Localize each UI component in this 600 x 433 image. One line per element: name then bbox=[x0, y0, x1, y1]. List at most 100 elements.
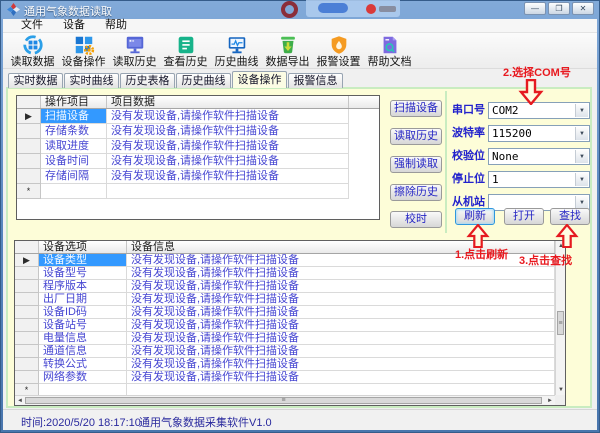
maximize-button[interactable]: ❐ bbox=[548, 2, 570, 15]
grid-cell-value[interactable]: 没有发现设备,请操作软件扫描设备 bbox=[127, 293, 555, 306]
table-row[interactable]: 通道信息 没有发现设备,请操作软件扫描设备 bbox=[15, 345, 555, 358]
row-header[interactable] bbox=[15, 280, 39, 293]
grid-cell-name[interactable]: 网络参数 bbox=[39, 371, 127, 384]
grid-cell-name[interactable]: 读取进度 bbox=[41, 139, 107, 154]
find-button[interactable]: 查找 bbox=[550, 208, 590, 225]
row-header[interactable] bbox=[17, 124, 41, 139]
column-header[interactable]: 项目数据 bbox=[107, 96, 349, 108]
grid-cell-name[interactable]: 存储间隔 bbox=[41, 169, 107, 184]
row-header[interactable] bbox=[15, 267, 39, 280]
read-history-button[interactable]: 读取历史 bbox=[390, 128, 442, 145]
grid-cell-name[interactable]: 存储条数 bbox=[41, 124, 107, 139]
grid-cell-name[interactable]: 设备型号 bbox=[39, 267, 127, 280]
grid-cell-name[interactable]: 扫描设备 bbox=[41, 109, 107, 124]
table-row[interactable]: 网络参数 没有发现设备,请操作软件扫描设备 bbox=[15, 371, 555, 384]
horizontal-scrollbar[interactable]: ◄ ≡ ► bbox=[15, 395, 555, 405]
table-row[interactable]: ▶ 扫描设备 没有发现设备,请操作软件扫描设备 bbox=[17, 109, 379, 124]
time-sync-button[interactable]: 校时 bbox=[390, 211, 442, 228]
erase-history-button[interactable]: 擦除历史 bbox=[390, 184, 442, 201]
tab-realtime-data[interactable]: 实时数据 bbox=[8, 73, 63, 88]
table-row[interactable]: 读取进度 没有发现设备,请操作软件扫描设备 bbox=[17, 139, 379, 154]
column-header[interactable]: 操作项目 bbox=[41, 96, 107, 108]
open-button[interactable]: 打开 bbox=[504, 208, 544, 225]
scrollbar-thumb[interactable]: ≡ bbox=[25, 397, 542, 404]
column-header[interactable]: 设备选项 bbox=[39, 241, 127, 253]
grid-cell-name[interactable]: 设备类型 bbox=[39, 254, 127, 267]
grid-cell-name[interactable]: 出厂日期 bbox=[39, 293, 127, 306]
table-row[interactable]: 出厂日期 没有发现设备,请操作软件扫描设备 bbox=[15, 293, 555, 306]
row-header[interactable]: * bbox=[15, 384, 39, 395]
grid-cell-value[interactable]: 没有发现设备,请操作软件扫描设备 bbox=[107, 154, 349, 169]
tab-realtime-curve[interactable]: 实时曲线 bbox=[64, 73, 119, 88]
grid-cell-value[interactable]: 没有发现设备,请操作软件扫描设备 bbox=[127, 371, 555, 384]
row-header[interactable]: * bbox=[17, 184, 41, 199]
grid-cell-name[interactable]: 设备ID码 bbox=[39, 306, 127, 319]
parity-select[interactable]: None ▼ bbox=[488, 148, 590, 165]
grid-cell-value[interactable]: 没有发现设备,请操作软件扫描设备 bbox=[107, 169, 349, 184]
row-header[interactable]: ▶ bbox=[17, 109, 41, 124]
toolbar-item-view-history[interactable]: 查看历史 bbox=[160, 33, 211, 68]
grid-cell-value[interactable]: 没有发现设备,请操作软件扫描设备 bbox=[127, 345, 555, 358]
grid-cell-value[interactable]: 没有发现设备,请操作软件扫描设备 bbox=[107, 109, 349, 124]
row-header[interactable] bbox=[17, 139, 41, 154]
grid-cell-value[interactable]: 没有发现设备,请操作软件扫描设备 bbox=[127, 319, 555, 332]
row-header[interactable] bbox=[15, 371, 39, 384]
row-header[interactable] bbox=[15, 293, 39, 306]
grid-cell-name[interactable]: 通道信息 bbox=[39, 345, 127, 358]
scrollbar-thumb[interactable]: ≡ bbox=[557, 311, 564, 335]
grid-cell-value[interactable]: 没有发现设备,请操作软件扫描设备 bbox=[127, 306, 555, 319]
table-row[interactable]: 设备型号 没有发现设备,请操作软件扫描设备 bbox=[15, 267, 555, 280]
close-button[interactable]: ✕ bbox=[572, 2, 594, 15]
row-header[interactable] bbox=[15, 306, 39, 319]
table-row[interactable]: 设备站号 没有发现设备,请操作软件扫描设备 bbox=[15, 319, 555, 332]
row-header[interactable] bbox=[15, 358, 39, 371]
grid-cell-value[interactable]: 没有发现设备,请操作软件扫描设备 bbox=[127, 358, 555, 371]
force-read-button[interactable]: 强制读取 bbox=[390, 156, 442, 173]
table-row[interactable]: 存储条数 没有发现设备,请操作软件扫描设备 bbox=[17, 124, 379, 139]
scroll-left-icon[interactable]: ◄ bbox=[17, 397, 23, 405]
row-header[interactable] bbox=[17, 169, 41, 184]
table-new-row[interactable]: * bbox=[17, 184, 379, 199]
baud-rate-select[interactable]: 115200 ▼ bbox=[488, 125, 590, 142]
grid-cell-value[interactable]: 没有发现设备,请操作软件扫描设备 bbox=[127, 280, 555, 293]
table-row[interactable]: 程序版本 没有发现设备,请操作软件扫描设备 bbox=[15, 280, 555, 293]
table-new-row[interactable]: * bbox=[15, 384, 555, 395]
grid-cell-value[interactable]: 没有发现设备,请操作软件扫描设备 bbox=[127, 332, 555, 345]
toolbar-item-read-history[interactable]: 读取历史 bbox=[109, 33, 160, 68]
table-row[interactable]: 电量信息 没有发现设备,请操作软件扫描设备 bbox=[15, 332, 555, 345]
grid-cell-name[interactable]: 设备时间 bbox=[41, 154, 107, 169]
grid-cell-value[interactable]: 没有发现设备,请操作软件扫描设备 bbox=[127, 267, 555, 280]
row-header[interactable] bbox=[15, 332, 39, 345]
table-row[interactable]: 转换公式 没有发现设备,请操作软件扫描设备 bbox=[15, 358, 555, 371]
tab-alarm-info[interactable]: 报警信息 bbox=[288, 73, 343, 88]
scan-device-button[interactable]: 扫描设备 bbox=[390, 100, 442, 117]
tab-history-table[interactable]: 历史表格 bbox=[120, 73, 175, 88]
table-row[interactable]: 设备ID码 没有发现设备,请操作软件扫描设备 bbox=[15, 306, 555, 319]
row-header[interactable] bbox=[15, 319, 39, 332]
toolbar-item-device-ops[interactable]: 设备操作 bbox=[58, 33, 109, 68]
stop-bits-select[interactable]: 1 ▼ bbox=[488, 171, 590, 188]
grid-cell-name[interactable]: 设备站号 bbox=[39, 319, 127, 332]
toolbar-item-alarm-settings[interactable]: 报警设置 bbox=[313, 33, 364, 68]
menu-item-help[interactable]: 帮助 bbox=[95, 19, 137, 32]
toolbar-item-history-curve[interactable]: 历史曲线 bbox=[211, 33, 262, 68]
refresh-button[interactable]: 刷新 bbox=[455, 208, 495, 225]
menu-item-file[interactable]: 文件 bbox=[11, 19, 53, 32]
toolbar-item-help-doc[interactable]: 帮助文档 bbox=[364, 33, 415, 68]
scroll-down-icon[interactable]: ▼ bbox=[558, 386, 564, 394]
toolbar-item-data-export[interactable]: 数据导出 bbox=[262, 33, 313, 68]
minimize-button[interactable]: — bbox=[524, 2, 546, 15]
row-header[interactable] bbox=[17, 154, 41, 169]
row-header[interactable]: ▶ bbox=[15, 254, 39, 267]
table-row[interactable]: 设备时间 没有发现设备,请操作软件扫描设备 bbox=[17, 154, 379, 169]
tab-device-operation[interactable]: 设备操作 bbox=[232, 71, 287, 88]
grid-cell-name[interactable]: 转换公式 bbox=[39, 358, 127, 371]
grid-cell-name[interactable]: 电量信息 bbox=[39, 332, 127, 345]
row-header[interactable] bbox=[15, 345, 39, 358]
grid-cell-name[interactable]: 程序版本 bbox=[39, 280, 127, 293]
toolbar-item-read-data[interactable]: 读取数据 bbox=[7, 33, 58, 68]
table-row[interactable]: 存储间隔 没有发现设备,请操作软件扫描设备 bbox=[17, 169, 379, 184]
tab-history-curve[interactable]: 历史曲线 bbox=[176, 73, 231, 88]
scroll-right-icon[interactable]: ► bbox=[547, 397, 553, 405]
grid-cell-value[interactable]: 没有发现设备,请操作软件扫描设备 bbox=[107, 124, 349, 139]
